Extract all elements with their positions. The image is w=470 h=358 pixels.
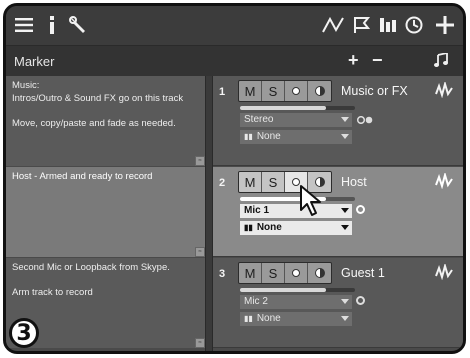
scrollbar[interactable] — [463, 76, 466, 354]
step-badge: 3 — [9, 318, 39, 348]
track-number: 3 — [219, 268, 226, 280]
volume-slider[interactable] — [240, 288, 355, 292]
meter-icon: ▮▮ — [244, 223, 253, 232]
solo-button[interactable]: S — [262, 263, 285, 283]
menu-icon[interactable] — [14, 14, 34, 36]
track-row-1: 1 M S Music or FX Stereo ▮▮ None — [213, 76, 463, 166]
track-note-text: Host - Armed and ready to record — [12, 171, 153, 182]
stereo-link-icon[interactable] — [356, 116, 374, 124]
track-row-2: 2 M S Host Mic 1 ▮▮ None — [213, 167, 463, 257]
track-note-text: Music: Intros/Outro & Sound FX go on thi… — [12, 80, 184, 129]
add-marker-button[interactable]: + — [348, 50, 359, 71]
output-select[interactable]: ▮▮ None — [240, 221, 352, 235]
mute-button[interactable]: M — [239, 263, 262, 283]
track-note-1[interactable]: Music: Intros/Outro & Sound FX go on thi… — [6, 76, 205, 166]
track-number: 1 — [219, 86, 226, 98]
input-monitor-icon[interactable] — [356, 296, 365, 305]
waveform-icon[interactable] — [435, 171, 453, 191]
input-select[interactable]: Mic 1 — [240, 204, 352, 218]
resize-handle[interactable]: ≈ — [195, 338, 205, 348]
input-monitor-icon[interactable] — [356, 205, 365, 214]
toolbar — [6, 6, 463, 46]
volume-slider[interactable] — [240, 106, 355, 110]
clock-icon[interactable] — [404, 14, 424, 36]
track-number: 2 — [219, 177, 226, 189]
app-window: Marker + − Music: Intros/Outro & Sound F… — [3, 3, 466, 354]
waveform-icon[interactable] — [435, 80, 453, 100]
solo-button[interactable]: S — [262, 172, 285, 192]
marker-title: Marker — [14, 54, 55, 69]
monitor-icon — [314, 268, 325, 278]
volume-slider[interactable] — [240, 197, 355, 201]
input-select-value: Stereo — [244, 114, 274, 125]
meter-icon: ▮▮ — [244, 314, 253, 323]
output-select-value: None — [256, 313, 281, 324]
input-select-value: Mic 2 — [244, 296, 268, 307]
music-note-icon[interactable] — [434, 51, 448, 70]
monitor-button[interactable] — [308, 81, 331, 101]
output-select[interactable]: ▮▮ None — [240, 312, 352, 326]
waveform-icon[interactable] — [435, 262, 453, 282]
mute-button[interactable]: M — [239, 172, 262, 192]
track-name[interactable]: Music or FX — [341, 84, 408, 98]
mixer-icon[interactable] — [378, 14, 398, 36]
info-icon[interactable] — [46, 14, 58, 36]
record-arm-button[interactable] — [285, 263, 308, 283]
flag-icon[interactable] — [352, 14, 372, 36]
input-select[interactable]: Stereo — [240, 113, 352, 127]
track-row-3: 3 M S Guest 1 Mic 2 ▮▮ None — [213, 258, 463, 348]
monitor-button[interactable] — [308, 263, 331, 283]
output-select-value: None — [256, 131, 281, 142]
input-select[interactable]: Mic 2 — [240, 295, 352, 309]
input-select-value: Mic 1 — [244, 205, 270, 216]
track-controls: M S — [238, 80, 332, 102]
marker-bar: Marker + − — [6, 46, 463, 76]
output-select[interactable]: ▮▮ None — [240, 130, 352, 144]
record-icon — [292, 87, 300, 95]
monitor-icon — [314, 86, 325, 96]
track-note-2[interactable]: Host - Armed and ready to record ≈ — [6, 167, 205, 257]
record-arm-button[interactable] — [285, 81, 308, 101]
add-track-icon[interactable] — [434, 14, 456, 36]
meter-icon: ▮▮ — [244, 132, 253, 141]
mouse-cursor-icon — [300, 185, 321, 216]
resize-handle[interactable]: ≈ — [195, 156, 205, 166]
resize-handle[interactable]: ≈ — [195, 247, 205, 257]
track-name[interactable]: Guest 1 — [341, 266, 385, 280]
track-note-text: Second Mic or Loopback from Skype. Arm t… — [12, 262, 170, 298]
remove-marker-button[interactable]: − — [372, 50, 383, 71]
output-select-value: None — [256, 222, 282, 233]
mute-button[interactable]: M — [239, 81, 262, 101]
track-name[interactable]: Host — [341, 175, 367, 189]
automation-icon[interactable] — [322, 14, 346, 36]
column-divider[interactable] — [205, 76, 213, 351]
track-controls: M S — [238, 262, 332, 284]
solo-button[interactable]: S — [262, 81, 285, 101]
record-icon — [292, 269, 300, 277]
wrench-icon[interactable] — [68, 14, 88, 36]
